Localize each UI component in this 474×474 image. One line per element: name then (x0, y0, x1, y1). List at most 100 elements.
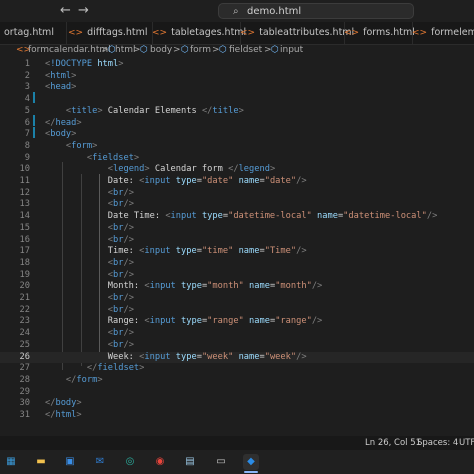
breadcrumb-separator: > (173, 45, 181, 55)
code-line[interactable]: 29 (0, 387, 474, 399)
tab-difftags[interactable]: <> difftags.html (62, 22, 153, 44)
code-line[interactable]: 23 Range: <input type="range" name="rang… (0, 316, 474, 328)
code-line[interactable]: 15 <br/> (0, 223, 474, 235)
code-text: <br/> (45, 199, 134, 211)
code-line[interactable]: 1 <!DOCTYPE html> (0, 59, 474, 71)
tab-label: ortag.html (4, 27, 54, 38)
code-token: fieldset (92, 152, 134, 163)
code-token: type (175, 176, 197, 186)
code-editor[interactable]: 1 <!DOCTYPE html> 2 <html> 3 <head> 4 5 <title>… (0, 57, 474, 428)
notepad-icon[interactable]: ▤ (182, 454, 198, 470)
code-line[interactable]: 4 (0, 94, 474, 106)
breadcrumb-item-fieldset[interactable]: fieldset (229, 44, 262, 57)
code-line[interactable]: 14 Date Time: <input type="datetime-loca… (0, 211, 474, 223)
code-line[interactable]: 21 <br/> (0, 293, 474, 305)
chrome-icon[interactable]: ◉ (152, 454, 168, 470)
tab-tableattributes[interactable]: <> tableattributes.html (234, 22, 354, 44)
code-token: > (269, 164, 276, 175)
tab-label: formelement (431, 27, 474, 38)
code-line[interactable]: 20 Month: <input type="month" name="mont… (0, 281, 474, 293)
edge-icon[interactable]: ◎ (122, 454, 138, 470)
breadcrumb-item-form[interactable]: form (190, 44, 211, 57)
code-line[interactable]: 5 <title> Calendar Elements </title> (0, 106, 474, 118)
code-token: type (181, 281, 202, 292)
microsoft-store-icon[interactable]: ▣ (62, 454, 78, 470)
code-line[interactable]: 30 </body> (0, 398, 474, 410)
code-line[interactable]: 31 </html> (0, 410, 474, 422)
code-line[interactable]: 28 </form> (0, 375, 474, 387)
code-line[interactable]: 22 <br/> (0, 305, 474, 317)
breadcrumb-file[interactable]: formcalendar.html (28, 44, 111, 57)
code-text: Month: <input type="month" name="month"/… (45, 281, 323, 293)
code-line[interactable]: 27 </fieldset> (0, 363, 474, 375)
code-token: body (50, 129, 72, 140)
code-text: <br/> (45, 293, 134, 305)
code-line[interactable]: 19 <br/> (0, 270, 474, 282)
code-token: "range" (275, 316, 312, 327)
code-line[interactable]: 8 <form> (0, 141, 474, 153)
code-text: </form> (45, 375, 103, 387)
code-token: "datetime-local" (343, 211, 427, 222)
terminal-icon[interactable]: ▭ (213, 454, 229, 470)
code-line[interactable]: 13 <br/> (0, 199, 474, 211)
tab-ortag[interactable]: ortag.html (0, 22, 67, 44)
code-token: type (175, 351, 197, 362)
breadcrumb-item-input[interactable]: input (280, 44, 303, 57)
code-token: title (71, 105, 98, 116)
code-text: Date: <input type="date" name="date"/> (45, 176, 307, 188)
code-token: br (113, 339, 124, 350)
code-line[interactable]: 16 <br/> (0, 235, 474, 247)
tab-forms[interactable]: <> forms.html (338, 22, 415, 44)
code-token: input (144, 176, 171, 186)
cursor-position[interactable]: Ln 26, Col 51 (365, 436, 421, 450)
code-line[interactable]: 6 </head> (0, 118, 474, 130)
encoding[interactable]: UTF- (459, 436, 474, 450)
code-token: body (55, 398, 77, 409)
code-line[interactable]: 3 <head> (0, 82, 474, 94)
code-token: Month: (45, 281, 145, 292)
search-text: demo.html (247, 6, 302, 17)
code-line[interactable]: 18 <br/> (0, 258, 474, 270)
tab-formelement[interactable]: <>formelement (406, 22, 474, 44)
code-text: <head> (45, 82, 76, 94)
code-token: /> (296, 246, 307, 257)
vscode-icon[interactable]: ◆ (243, 454, 259, 470)
file-explorer-icon[interactable]: ▬ (33, 454, 49, 470)
code-text: </fieldset> (45, 363, 145, 375)
code-token: /> (311, 316, 323, 327)
code-token: /> (311, 281, 323, 292)
windows-start-icon[interactable]: ▦ (3, 454, 19, 470)
code-token: name (317, 211, 338, 222)
code-line[interactable]: 17 Time: <input type="time" name="Time"/… (0, 246, 474, 258)
back-arrow-icon[interactable]: ← (60, 2, 71, 20)
code-line[interactable]: 12 <br/> (0, 188, 474, 200)
code-line[interactable]: 7 <body> (0, 129, 474, 141)
code-token: html (50, 70, 72, 81)
code-line[interactable]: 26 Week: <input type="week" name="week"/… (0, 351, 474, 364)
element-icon: ⬡ (140, 45, 148, 55)
mail-icon[interactable]: ✉ (92, 454, 108, 470)
code-token: /> (123, 222, 134, 233)
breadcrumb-item-body[interactable]: body (150, 44, 172, 57)
code-token: > (97, 374, 103, 385)
code-token: /> (123, 328, 134, 339)
code-token: input (170, 211, 197, 222)
code-token: "datetime-local" (228, 211, 312, 222)
forward-arrow-icon[interactable]: → (78, 2, 89, 20)
tab-tabletages[interactable]: <> tabletages.html (146, 22, 246, 44)
code-token: > (92, 140, 98, 151)
code-token: form (71, 140, 93, 151)
code-line[interactable]: 9 <fieldset> (0, 153, 474, 165)
code-line[interactable]: 24 <br/> (0, 328, 474, 340)
code-line[interactable]: 11 Date: <input type="date" name="date"/… (0, 176, 474, 188)
indentation-setting[interactable]: Spaces: 4 (417, 436, 458, 450)
line-number: 9 (24, 152, 30, 163)
code-line[interactable]: 10 <legend> Calendar form </legend> (0, 164, 474, 176)
command-center-search[interactable]: ⌕ demo.html (218, 3, 414, 19)
code-line[interactable]: 2 <html> (0, 71, 474, 83)
code-line[interactable]: 25 <br/> (0, 340, 474, 352)
line-number: 10 (19, 164, 30, 175)
